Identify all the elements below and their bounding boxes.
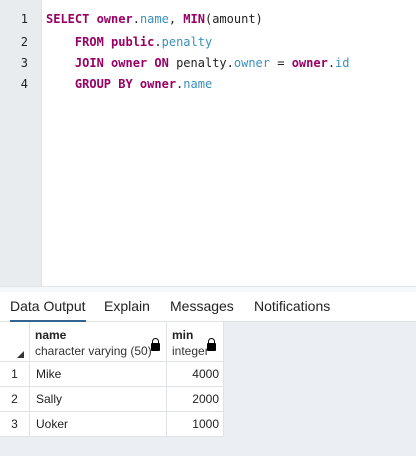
lock-icon — [151, 338, 160, 352]
code-token: . — [327, 56, 336, 70]
code-token: id — [335, 56, 350, 70]
code-line[interactable]: SELECT owner.name, MIN(amount) — [46, 12, 263, 26]
tab-messages[interactable]: Messages — [170, 292, 234, 321]
column-name: min — [172, 328, 194, 342]
tab-data-output[interactable]: Data Output — [10, 292, 86, 322]
code-token: ON — [154, 56, 177, 70]
column-name: name — [35, 328, 67, 342]
code-token: , — [168, 12, 184, 26]
code-token: . — [154, 35, 162, 49]
code-token: name — [183, 77, 213, 91]
code-token: penalty — [161, 35, 213, 49]
code-token: MIN — [183, 12, 205, 26]
data-output-grid: name character varying (50) min integer … — [0, 322, 416, 456]
code-token: owner — [96, 12, 133, 26]
code-token: GROUP BY — [46, 77, 140, 91]
code-token: JOIN — [46, 56, 112, 70]
tab-notifications[interactable]: Notifications — [254, 292, 330, 321]
code-token: owner — [233, 56, 270, 70]
code-line[interactable]: FROM public.penalty — [46, 35, 212, 49]
code-line[interactable]: GROUP BY owner.name — [46, 77, 212, 91]
line-number: 3 — [20, 56, 28, 70]
row-number[interactable]: 3 — [0, 412, 30, 437]
line-number: 1 — [20, 12, 28, 26]
table-row[interactable]: 2 Sally 2000 — [0, 387, 224, 412]
row-number[interactable]: 2 — [0, 387, 30, 412]
cell-name[interactable]: Uoker — [30, 412, 167, 437]
code-token: owner — [291, 56, 328, 70]
code-token: (amount) — [204, 12, 263, 26]
cell-min[interactable]: 1000 — [167, 412, 224, 437]
code-line[interactable]: JOIN owner ON penalty.owner = owner.id — [46, 56, 350, 70]
code-token: owner — [139, 77, 177, 91]
row-number[interactable]: 1 — [0, 362, 30, 387]
code-token: FROM — [46, 35, 112, 49]
code-token: . — [132, 12, 140, 26]
cell-name[interactable]: Mike — [30, 362, 167, 387]
table-row[interactable]: 1 Mike 4000 — [0, 362, 224, 387]
tab-explain[interactable]: Explain — [104, 292, 150, 321]
line-number: 4 — [20, 77, 28, 91]
line-number: 2 — [20, 35, 28, 49]
code-token: = — [270, 56, 292, 70]
lock-icon — [207, 338, 216, 352]
code-token: public — [111, 35, 155, 49]
query-editor[interactable]: 1 2 3 4 SELECT owner.name, MIN(amount) F… — [0, 0, 416, 286]
cell-min[interactable]: 4000 — [167, 362, 224, 387]
cell-min[interactable]: 2000 — [167, 387, 224, 412]
code-token: penalty. — [176, 56, 234, 70]
line-number-gutter: 1 2 3 4 — [0, 0, 42, 286]
sort-corner-icon — [17, 351, 24, 358]
select-all-corner[interactable] — [0, 322, 30, 362]
code-token: name — [139, 12, 169, 26]
code-token: owner — [111, 56, 155, 70]
cell-name[interactable]: Sally — [30, 387, 167, 412]
column-type: integer — [172, 344, 209, 358]
table-row[interactable]: 3 Uoker 1000 — [0, 412, 224, 437]
column-header-min[interactable]: min integer — [167, 322, 224, 362]
column-header-name[interactable]: name character varying (50) — [30, 322, 167, 362]
code-token: SELECT — [46, 12, 97, 26]
output-tabs: Data Output Explain Messages Notificatio… — [0, 292, 416, 322]
column-type: character varying (50) — [35, 344, 152, 358]
